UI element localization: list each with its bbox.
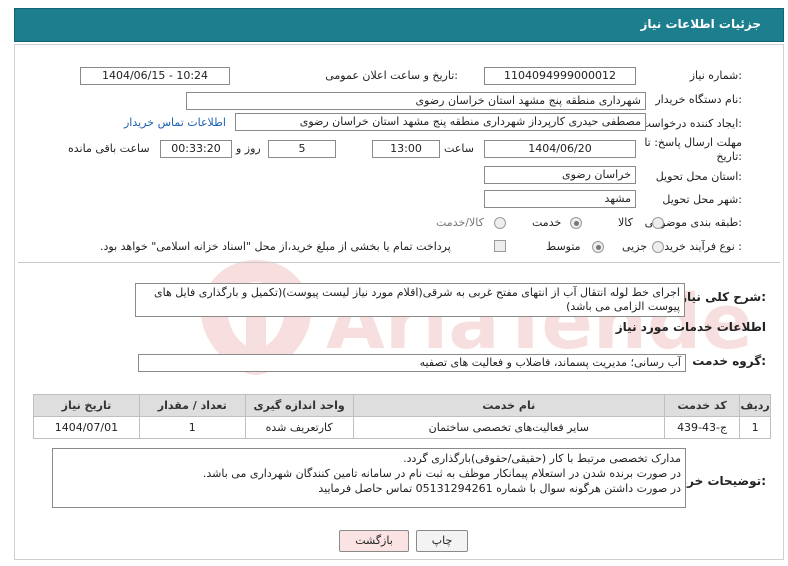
unit: کارتعریف شده: [244, 416, 354, 439]
services-title: اطلاعات خدمات مورد نیاز: [615, 320, 766, 334]
category-option-service: خدمت: [532, 216, 562, 229]
treasury-payment-note: پرداخت تمام یا بخشی از مبلغ خرید،از محل …: [100, 240, 451, 253]
buyer-org-label: نام دستگاه خریدار:: [655, 93, 742, 106]
province-label: استان محل تحویل:: [655, 170, 742, 183]
announce-datetime-label: تاریخ و ساعت اعلان عمومی:: [325, 69, 458, 82]
row-number: 1: [739, 416, 771, 439]
remaining-days-field: 5: [268, 140, 336, 158]
need-date: 1404/07/01: [33, 416, 140, 439]
buyer-contact-link[interactable]: اطلاعات تماس خریدار: [124, 116, 226, 129]
treasury-payment-checkbox[interactable]: [494, 240, 506, 252]
buyer-note-line: مدارک تخصصی مرتبط با کار (حقیقی/حقوقی)با…: [403, 452, 681, 465]
buyer-note-line: در صورت داشتن هرگونه سوال با شماره 05131…: [318, 482, 681, 495]
category-option-goods: کالا: [618, 216, 633, 229]
process-option-medium: متوسط: [546, 240, 581, 253]
need-number-field: 1104094999000012: [484, 67, 636, 85]
service-name: سایر فعالیت‌های تخصصی ساختمان: [352, 416, 665, 439]
province-field: خراسان رضوی: [484, 166, 636, 184]
quantity: 1: [138, 416, 246, 439]
process-radio-medium[interactable]: [592, 241, 604, 253]
remaining-time-field: 00:33:20: [160, 140, 232, 158]
buyer-notes-text: مدارک تخصصی مرتبط با کار (حقیقی/حقوقی)با…: [52, 448, 686, 508]
process-label: نوع فرآیند خرید :: [664, 240, 742, 253]
buyer-org-field: شهرداری منطقه پنج مشهد استان خراسان رضوی: [186, 92, 646, 110]
deadline-date-field: 1404/06/20: [484, 140, 636, 158]
process-radio-minor[interactable]: [652, 241, 664, 253]
days-label: روز و: [236, 142, 261, 155]
services-table: ردیف کد خدمت نام خدمت واحد اندازه گیری ت…: [33, 394, 771, 439]
city-field: مشهد: [484, 190, 636, 208]
category-option-goods-service: کالا/خدمت: [436, 216, 484, 229]
deadline-label-line1: مهلت ارسال پاسخ: تا: [644, 136, 742, 149]
service-group-label: گروه خدمت:: [692, 354, 766, 368]
deadline-label-line2: تاریخ:: [716, 150, 742, 163]
deadline-time-label: ساعت: [444, 142, 474, 155]
remaining-time-label: ساعت باقی مانده: [68, 142, 150, 155]
summary-text: اجرای خط لوله انتقال آب از انتهای مفتح غ…: [135, 283, 685, 317]
back-button[interactable]: بازگشت: [339, 530, 409, 552]
col-service-name: نام خدمت: [352, 394, 665, 417]
city-label: شهر محل تحویل:: [662, 193, 742, 206]
services-table-header: ردیف کد خدمت نام خدمت واحد اندازه گیری ت…: [33, 394, 771, 417]
section-divider: [18, 262, 780, 263]
buyer-note-line: در صورت برنده شدن در استعلام پیمانکار مو…: [202, 467, 681, 480]
requester-field: مصطفی حیدری کارپرداز شهرداری منطقه پنج م…: [235, 113, 646, 131]
page-title: جزئیات اطلاعات نیاز: [640, 17, 761, 31]
service-group-field: آب رسانی؛ مدیریت پسماند، فاضلاب و فعالیت…: [138, 354, 686, 372]
table-row: 1 ج-43-439 سایر فعالیت‌های تخصصی ساختمان…: [33, 416, 771, 439]
service-code: ج-43-439: [663, 416, 741, 439]
deadline-time-field: 13:00: [372, 140, 440, 158]
process-option-minor: جزیی: [622, 240, 648, 253]
category-radio-goods[interactable]: [652, 217, 664, 229]
announce-datetime-field: 1404/06/15 - 10:24: [80, 67, 230, 85]
summary-label: شرح کلی نیاز:: [680, 290, 766, 304]
page-header: جزئیات اطلاعات نیاز: [14, 8, 784, 42]
col-quantity: تعداد / مقدار: [138, 394, 246, 417]
need-number-label: شماره نیاز:: [689, 69, 742, 82]
print-button[interactable]: چاپ: [416, 530, 468, 552]
category-radio-service[interactable]: [570, 217, 582, 229]
col-unit: واحد اندازه گیری: [244, 394, 354, 417]
col-need-date: تاریخ نیاز: [33, 394, 140, 417]
col-service-code: کد خدمت: [663, 394, 741, 417]
col-row-number: ردیف: [739, 394, 771, 417]
category-radio-goods-service[interactable]: [494, 217, 506, 229]
requester-label: ایجاد کننده درخواست:: [640, 117, 742, 130]
